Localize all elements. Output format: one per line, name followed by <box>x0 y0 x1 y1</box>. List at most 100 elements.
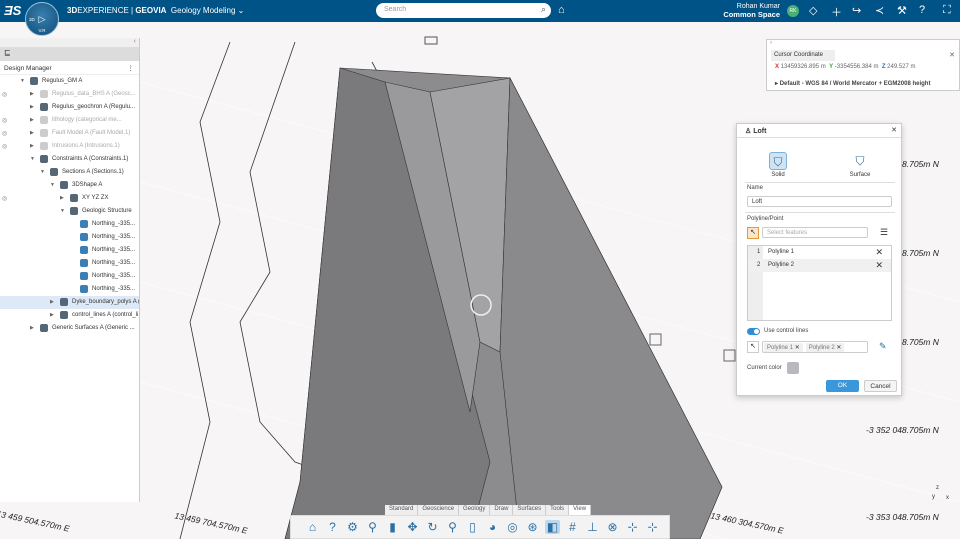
tree-item[interactable]: ▼ Constraints A (Constraints.1) <box>0 153 139 166</box>
chevron-right-icon[interactable]: ▶ <box>30 325 34 331</box>
sphere-icon[interactable]: ⊛ <box>525 520 540 534</box>
more-icon[interactable]: ⋮ <box>128 64 135 72</box>
compass-icon[interactable]: ⊗ <box>605 520 620 534</box>
current-color-swatch[interactable] <box>787 362 799 374</box>
hidden-eye-icon[interactable]: ◎ <box>2 143 7 150</box>
share-arrow-icon[interactable]: ↪ <box>852 4 861 17</box>
close-icon[interactable]: ✕ <box>891 126 897 134</box>
chevron-down-icon[interactable]: ▼ <box>60 208 65 214</box>
cancel-button[interactable]: Cancel <box>864 380 897 392</box>
search-icon[interactable]: ⌕ <box>541 4 546 15</box>
tree-item[interactable]: Northing_-335... <box>0 244 139 257</box>
zoom-area-icon[interactable]: ⚲ <box>445 520 460 534</box>
tab-geoscience[interactable]: Geoscience <box>418 505 460 515</box>
tree-item[interactable]: ◎ ▶ Regulus_data_BHS A (Geosc... <box>0 88 139 101</box>
home-icon[interactable]: ⌂ <box>305 520 320 534</box>
axis-icon[interactable]: ⊥ <box>585 520 600 534</box>
tree-item[interactable]: Northing_-335... <box>0 257 139 270</box>
crs-selector[interactable]: ▸ Default - WGS 84 / World Mercator + EG… <box>775 80 930 87</box>
tree-item[interactable]: Northing_-335... <box>0 283 139 296</box>
tree-view-icon[interactable]: ⊑ <box>0 48 139 61</box>
chevron-down-icon[interactable]: ▼ <box>20 78 25 84</box>
chevron-down-icon[interactable]: ▼ <box>30 156 35 162</box>
tree-item[interactable]: ◎ ▶ Intrusions A (Intrusions.1) <box>0 140 139 153</box>
collapse-panel-button[interactable]: ‹ <box>0 38 139 48</box>
compass-widget[interactable]: ▷ 3D V.R <box>25 2 59 36</box>
remove-icon[interactable]: ✕ <box>875 247 883 258</box>
zoom-icon[interactable]: ⚲ <box>365 520 380 534</box>
hidden-eye-icon[interactable]: ◎ <box>2 117 7 124</box>
chevron-right-icon[interactable]: ▶ <box>30 143 34 149</box>
remove-icon[interactable]: ✕ <box>795 345 800 351</box>
tree-item[interactable]: ◎ ▶ lithology (categorical me... <box>0 114 139 127</box>
ds-logo[interactable]: ƎS <box>4 3 21 18</box>
tab-standard[interactable]: Standard <box>385 505 419 515</box>
tab-geology[interactable]: Geology <box>459 505 491 515</box>
avatar[interactable]: RK <box>787 5 799 17</box>
chevron-right-icon[interactable]: ▶ <box>30 91 34 97</box>
tree-item[interactable]: Northing_-335... <box>0 231 139 244</box>
chat-icon[interactable]: ◇ <box>809 4 817 17</box>
tree-item[interactable]: ◎ ▶ Fault Model A (Fault Model.1) <box>0 127 139 140</box>
chevron-right-icon[interactable]: ▶ <box>50 312 54 318</box>
control-lines-input[interactable]: Polyline 1 ✕ Polyline 2 ✕ <box>762 341 868 353</box>
tab-tools[interactable]: Tools <box>546 505 570 515</box>
user-info[interactable]: Rohan Kumar Common Space <box>722 3 780 20</box>
tree-item[interactable]: Northing_-335... <box>0 218 139 231</box>
select-arrow-icon[interactable]: ↖ <box>747 227 759 239</box>
tree-item[interactable]: ▶ control_lines A (control_li... <box>0 309 139 322</box>
select-arrow-icon[interactable]: ↖ <box>747 341 759 353</box>
tab-draw[interactable]: Draw <box>490 505 514 515</box>
chevron-right-icon[interactable]: ▶ <box>60 195 64 201</box>
grid-icon[interactable]: # <box>565 520 580 534</box>
rotate-icon[interactable]: ↻ <box>425 520 440 534</box>
tree-item[interactable]: ▶ Dyke_boundary_polys A (... <box>0 296 139 309</box>
view-icon[interactable]: ◎ <box>505 520 520 534</box>
hidden-eye-icon[interactable]: ◎ <box>2 91 7 98</box>
tree-item[interactable]: ▶ Generic Surfaces A (Generic ... <box>0 322 139 335</box>
remove-icon[interactable]: ✕ <box>836 345 841 351</box>
solid-mode-button[interactable]: ⛉ Solid <box>766 152 790 178</box>
tools-icon[interactable]: ⚒ <box>897 4 907 17</box>
help-icon[interactable]: ? <box>919 4 925 16</box>
cylinder-icon[interactable]: ▯ <box>465 520 480 534</box>
tree-item[interactable]: Northing_-335... <box>0 270 139 283</box>
globe-icon[interactable]: ◕ <box>485 520 500 534</box>
surface-mode-button[interactable]: ⛉ Surface <box>848 152 872 178</box>
control-line-chip[interactable]: Polyline 1 ✕ <box>764 343 803 352</box>
hidden-eye-icon[interactable]: ◎ <box>2 130 7 137</box>
app-title[interactable]: 3DEXPERIENCE | GEOVIA Geology Modeling ⌄ <box>67 6 244 15</box>
use-control-lines-toggle[interactable] <box>747 328 760 335</box>
chevron-down-icon[interactable]: ▼ <box>50 182 55 188</box>
tree-item[interactable]: ▼ 3DShape A <box>0 179 139 192</box>
triad-alt-icon[interactable]: ⊹ <box>645 520 660 534</box>
fullscreen-icon[interactable]: ⛶ <box>943 4 951 17</box>
search-input[interactable]: Search ⌕ <box>376 3 551 18</box>
chevron-down-icon[interactable]: ▼ <box>40 169 45 175</box>
plus-icon[interactable]: ＋ <box>831 4 842 20</box>
remove-icon[interactable]: ✕ <box>875 260 883 271</box>
hidden-eye-icon[interactable]: ◎ <box>2 195 7 202</box>
chevron-right-icon[interactable]: ▶ <box>30 117 34 123</box>
name-input[interactable]: Loft <box>747 196 892 207</box>
triad-icon[interactable]: ⊹ <box>625 520 640 534</box>
tag-icon[interactable]: ⌂ <box>558 4 565 16</box>
tree-item[interactable]: ▼ Regulus_GM A <box>0 75 139 88</box>
help-icon[interactable]: ? <box>325 520 340 534</box>
polyline-list-item[interactable]: 2 Polyline 2 ✕ <box>748 259 891 272</box>
tab-view[interactable]: View <box>569 505 592 515</box>
polyline-list-item[interactable]: 1 Polyline 1 ✕ <box>748 246 891 259</box>
control-line-chip[interactable]: Polyline 2 ✕ <box>805 343 845 352</box>
tab-cursor-coordinate[interactable]: Cursor Coordinate <box>771 50 835 61</box>
settings-icon[interactable]: ⚙ <box>345 520 360 534</box>
tree-item[interactable]: ▶ Regulus_geochron A (Regulu... <box>0 101 139 114</box>
cube-view-icon[interactable]: ◧ <box>545 520 560 534</box>
tree-item[interactable]: ▼ Sections A (Sections.1) <box>0 166 139 179</box>
tab-surfaces[interactable]: Surfaces <box>513 505 547 515</box>
close-icon[interactable]: ✕ <box>949 51 955 59</box>
expand-icon[interactable]: › <box>770 40 772 46</box>
list-options-icon[interactable]: ☰ <box>880 227 888 238</box>
pan-icon[interactable]: ✥ <box>405 520 420 534</box>
tree-item[interactable]: ◎ ▶ XY YZ ZX <box>0 192 139 205</box>
select-features-input[interactable]: Select features <box>762 227 868 238</box>
